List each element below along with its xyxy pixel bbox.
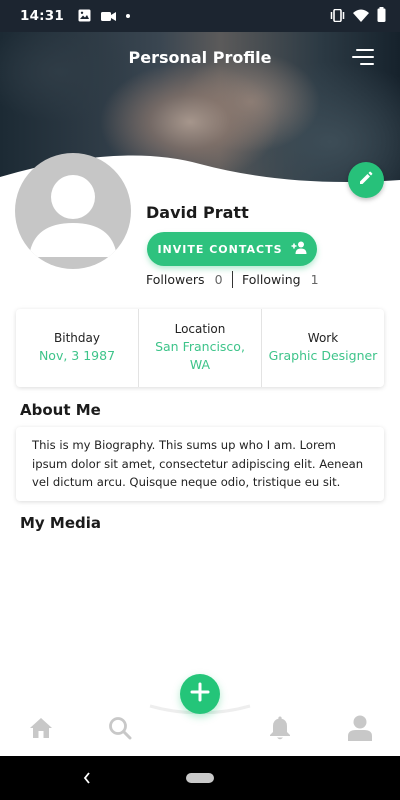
info-value: San Francisco, WA (155, 339, 245, 372)
add-button[interactable] (180, 674, 220, 714)
info-work: Work Graphic Designer (261, 309, 384, 387)
invite-contacts-button[interactable]: INVITE CONTACTS (147, 232, 317, 266)
about-me-title: About Me (20, 401, 101, 419)
profile-name: David Pratt (146, 203, 249, 222)
follow-divider (231, 271, 234, 288)
add-icon (190, 682, 210, 706)
vibrate-icon (330, 7, 345, 26)
page-title: Personal Profile (128, 48, 272, 67)
bio-text: This is my Biography. This sums up who I… (32, 438, 364, 489)
status-time: 14:31 (20, 8, 64, 24)
info-location: Location San Francisco, WA (138, 309, 261, 387)
nav-notifications[interactable] (267, 716, 293, 744)
info-value: Graphic Designer (268, 348, 378, 363)
following-count: 1 (310, 272, 319, 287)
invite-contacts-label: INVITE CONTACTS (157, 242, 283, 256)
battery-icon (377, 6, 386, 26)
video-icon (100, 7, 116, 26)
follow-stats: Followers 0 Following 1 (146, 271, 319, 288)
avatar[interactable] (15, 153, 131, 269)
default-user-icon (29, 175, 117, 257)
info-label: Work (307, 331, 339, 345)
nav-home[interactable] (28, 716, 54, 744)
info-card: Bithday Nov, 3 1987 Location San Francis… (16, 309, 384, 387)
image-icon (78, 7, 91, 26)
back-icon[interactable] (82, 770, 92, 789)
info-label: Bithday (54, 331, 100, 345)
nav-search[interactable] (107, 716, 133, 744)
info-label: Location (174, 322, 226, 336)
add-person-icon (291, 241, 307, 257)
my-media-title: My Media (20, 514, 102, 532)
user-icon (347, 714, 373, 746)
search-icon (108, 716, 132, 744)
menu-icon[interactable] (352, 48, 374, 68)
wifi-icon (353, 7, 369, 26)
pencil-icon (358, 170, 374, 190)
edit-profile-button[interactable] (348, 162, 384, 198)
followers-count: 0 (214, 272, 223, 287)
dot-icon (125, 14, 130, 18)
followers-label: Followers (146, 272, 205, 287)
status-bar: 14:31 (0, 0, 400, 32)
info-value: Nov, 3 1987 (38, 348, 116, 363)
bio-card: This is my Biography. This sums up who I… (16, 427, 384, 501)
home-pill[interactable] (186, 773, 214, 783)
home-icon (29, 717, 53, 743)
info-birthday: Bithday Nov, 3 1987 (16, 309, 138, 387)
system-nav-bar (0, 756, 400, 800)
nav-profile[interactable] (347, 714, 373, 746)
bell-icon (268, 715, 292, 745)
following-label: Following (242, 272, 301, 287)
